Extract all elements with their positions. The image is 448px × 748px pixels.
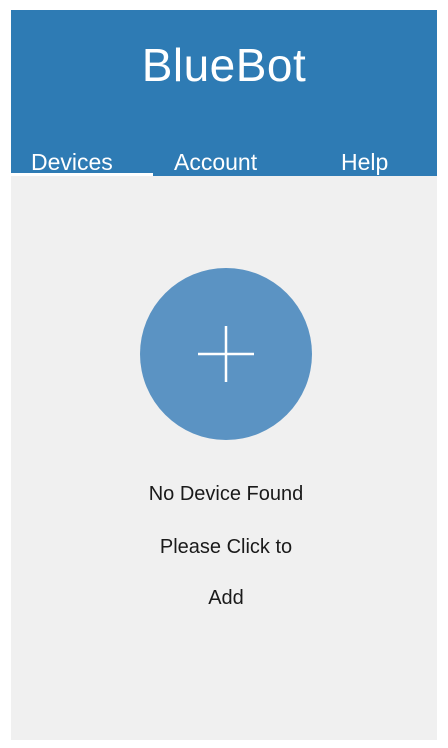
app-header: BlueBot Devices Account Help: [11, 10, 437, 176]
no-device-message: No Device Found: [148, 483, 304, 505]
add-device-button[interactable]: [140, 268, 312, 440]
tab-devices[interactable]: Devices: [31, 148, 113, 176]
app-title: BlueBot: [141, 39, 307, 91]
devices-panel: No Device Found Please Click to Add: [11, 176, 437, 740]
click-to-add-message: Please Click to: [159, 536, 293, 558]
plus-icon: [198, 326, 254, 382]
tab-help[interactable]: Help: [341, 148, 388, 176]
tab-account[interactable]: Account: [174, 148, 257, 176]
add-message: Add: [208, 587, 244, 609]
app-screen: BlueBot Devices Account Help No Device F…: [11, 10, 437, 740]
